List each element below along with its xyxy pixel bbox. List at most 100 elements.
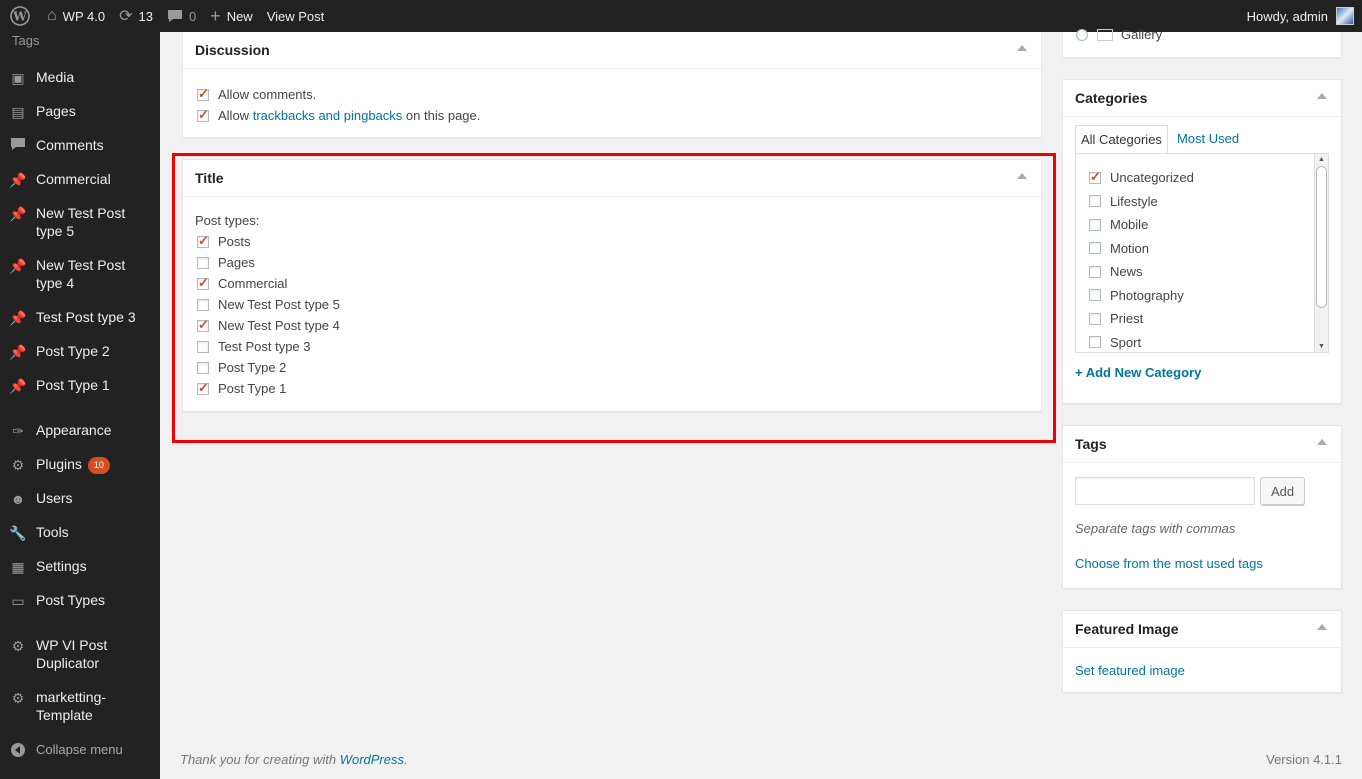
gear-icon: ⚙ — [11, 690, 25, 706]
choose-most-used-tags-link[interactable]: Choose from the most used tags — [1075, 556, 1263, 571]
format-metabox: Gallery — [1062, 27, 1342, 58]
category-checkbox[interactable] — [1089, 242, 1101, 255]
wordpress-link[interactable]: WordPress — [340, 752, 404, 767]
menu-comments[interactable]: Comments — [0, 136, 160, 154]
category-scrollbar[interactable]: ▲ ▼ — [1314, 154, 1328, 352]
category-checkbox[interactable] — [1089, 195, 1101, 208]
pages-icon: ▤ — [11, 104, 25, 120]
add-new-category-link[interactable]: + Add New Category — [1075, 365, 1201, 380]
settings-icon: ▦ — [11, 559, 25, 575]
allow-pings-checkbox[interactable] — [197, 107, 209, 123]
category-checkbox[interactable] — [1089, 169, 1101, 185]
menu-wp-vi-post-duplicator[interactable]: ⚙ WP VI Post Duplicator — [0, 636, 160, 672]
menu-test-post-type-3[interactable]: 📌 Test Post type 3 — [0, 308, 160, 327]
menu-commercial[interactable]: 📌 Commercial — [0, 170, 160, 189]
menu-label: Media — [36, 69, 75, 85]
allow-comments-checkbox[interactable] — [197, 86, 209, 102]
category-tabs: All Categories Most Used — [1075, 125, 1329, 154]
menu-label: Post Type 2 — [36, 343, 110, 359]
menu-label: Users — [36, 490, 73, 506]
comments-icon — [0, 136, 36, 151]
menu-plugins[interactable]: ⚙ Plugins 10 — [0, 455, 160, 474]
collapse-toggle-icon[interactable] — [1317, 624, 1327, 630]
discussion-title: Discussion — [195, 42, 270, 58]
menu-new-test-post-type-4[interactable]: 📌 New Test Post type 4 — [0, 256, 160, 292]
category-label: Uncategorized — [1110, 170, 1194, 186]
category-checklist: Uncategorized Lifestyle Mobile Motion News Ph… — [1075, 153, 1329, 353]
footer: Thank you for creating with WordPress. V… — [180, 752, 1342, 767]
category-checkbox[interactable] — [1089, 218, 1101, 231]
allow-comments-label: Allow comments. — [218, 87, 317, 102]
tags-header[interactable]: Tags — [1063, 426, 1341, 463]
submenu-tags[interactable]: Tags — [12, 33, 39, 48]
menu-new-test-post-type-5[interactable]: 📌 New Test Post type 5 — [0, 204, 160, 240]
category-checkbox[interactable] — [1089, 336, 1101, 349]
wordpress-logo-icon: W — [10, 6, 30, 26]
pin-icon: 📌 — [9, 378, 27, 394]
menu-marketting-template[interactable]: ⚙ marketting-Template — [0, 688, 160, 724]
menu-appearance[interactable]: ✑ Appearance — [0, 421, 160, 440]
category-row: News — [1089, 260, 1328, 284]
site-name-link[interactable]: ⌂ WP 4.0 — [40, 0, 112, 32]
svg-text:W: W — [12, 10, 27, 24]
menu-label: New Test Post type 4 — [36, 257, 126, 291]
wordpress-logo-button[interactable]: W — [0, 0, 40, 32]
pin-icon: 📌 — [9, 344, 27, 360]
collapse-toggle-icon[interactable] — [1017, 45, 1027, 51]
collapse-menu-button[interactable]: Collapse menu — [0, 741, 160, 759]
scroll-down-icon[interactable]: ▼ — [1317, 342, 1326, 351]
menu-label: Appearance — [36, 422, 112, 438]
menu-post-types[interactable]: ▭ Post Types — [0, 591, 160, 610]
menu-users[interactable]: ☻ Users — [0, 489, 160, 508]
collapse-toggle-icon[interactable] — [1317, 439, 1327, 445]
scroll-up-icon[interactable]: ▲ — [1317, 155, 1326, 164]
updates-count: 13 — [138, 8, 153, 24]
site-name-label: WP 4.0 — [62, 8, 106, 24]
featured-image-header[interactable]: Featured Image — [1063, 611, 1341, 648]
tab-all-categories[interactable]: All Categories — [1075, 125, 1168, 154]
menu-tools[interactable]: 🔧 Tools — [0, 523, 160, 542]
comments-count: 0 — [188, 8, 197, 24]
category-checkbox[interactable] — [1089, 289, 1101, 302]
pin-icon: 📌 — [9, 258, 27, 274]
my-account[interactable]: Howdy, admin — [1247, 7, 1362, 25]
trackbacks-link[interactable]: trackbacks and pingbacks — [253, 108, 403, 123]
menu-media[interactable]: ▣ Media — [0, 68, 160, 87]
new-tag-input[interactable] — [1075, 477, 1255, 505]
category-label: Sport — [1110, 334, 1142, 350]
add-tag-button[interactable]: Add — [1260, 477, 1306, 505]
brush-icon: ✑ — [12, 423, 24, 439]
categories-header[interactable]: Categories — [1063, 80, 1341, 117]
tags-title: Tags — [1075, 436, 1107, 452]
category-row: Uncategorized — [1089, 166, 1328, 190]
category-checkbox[interactable] — [1089, 265, 1101, 278]
set-featured-image-link[interactable]: Set featured image — [1075, 663, 1185, 678]
menu-post-type-2[interactable]: 📌 Post Type 2 — [0, 342, 160, 361]
discussion-header[interactable]: Discussion — [183, 32, 1041, 69]
tab-most-used[interactable]: Most Used — [1172, 125, 1244, 154]
scrollbar-thumb[interactable] — [1316, 166, 1327, 308]
menu-post-type-1[interactable]: 📌 Post Type 1 — [0, 376, 160, 395]
plugins-label: Plugins — [36, 456, 82, 472]
gallery-icon — [1097, 28, 1113, 41]
categories-title: Categories — [1075, 90, 1148, 106]
menu-label: marketting-Template — [36, 689, 107, 723]
gallery-radio[interactable] — [1076, 28, 1088, 41]
menu-pages[interactable]: ▤ Pages — [0, 102, 160, 121]
pin-icon: 📌 — [9, 310, 27, 326]
collapse-toggle-icon[interactable] — [1317, 93, 1327, 99]
menu-label: Settings — [36, 558, 87, 574]
pin-icon: 📌 — [9, 172, 27, 188]
home-icon: ⌂ — [47, 7, 57, 24]
menu-label: New Test Post type 5 — [36, 205, 126, 239]
menu-settings[interactable]: ▦ Settings — [0, 557, 160, 576]
comments-link[interactable]: 0 — [160, 0, 203, 32]
view-post-link[interactable]: View Post — [260, 0, 332, 32]
plus-icon: + — [210, 5, 221, 26]
updates-link[interactable]: ⟳ 13 — [112, 0, 160, 32]
category-checkbox[interactable] — [1089, 312, 1101, 325]
new-content-link[interactable]: + New — [203, 0, 260, 32]
category-row: Lifestyle — [1089, 190, 1328, 214]
thanks-prefix: Thank you for creating with — [180, 752, 337, 767]
avatar — [1336, 7, 1354, 25]
